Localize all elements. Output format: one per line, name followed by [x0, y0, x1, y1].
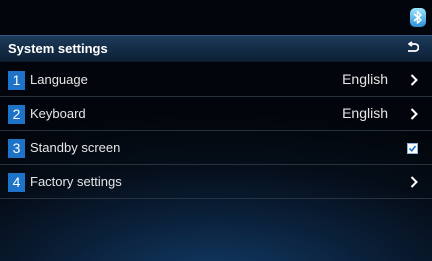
settings-list: 1 Language English 2 Keyboard English 3 … [0, 63, 432, 199]
list-item-standby-screen[interactable]: 3 Standby screen [0, 131, 432, 165]
standby-screen-checkbox[interactable] [407, 143, 418, 154]
item-label: Factory settings [30, 174, 122, 189]
item-value: English [342, 71, 388, 87]
system-settings-screen: System settings 1 Language English 2 Key… [0, 0, 432, 261]
item-number-badge: 1 [8, 71, 25, 90]
list-item-language[interactable]: 1 Language English [0, 63, 432, 97]
back-button[interactable] [402, 39, 424, 59]
status-bar [0, 0, 432, 34]
chevron-right-icon[interactable] [410, 108, 418, 120]
chevron-right-icon[interactable] [410, 176, 418, 188]
item-label: Standby screen [30, 140, 121, 155]
list-item-factory-settings[interactable]: 4 Factory settings [0, 165, 432, 199]
bluetooth-icon [410, 8, 426, 27]
item-number-badge: 4 [8, 173, 25, 192]
item-label: Language [30, 72, 88, 87]
list-item-keyboard[interactable]: 2 Keyboard English [0, 97, 432, 131]
item-value: English [342, 105, 388, 121]
chevron-right-icon[interactable] [410, 74, 418, 86]
item-number-badge: 2 [8, 105, 25, 124]
title-bar: System settings [0, 35, 432, 62]
back-arrow-icon [408, 41, 419, 52]
item-number-badge: 3 [8, 139, 25, 158]
page-title: System settings [8, 41, 108, 56]
item-label: Keyboard [30, 106, 86, 121]
